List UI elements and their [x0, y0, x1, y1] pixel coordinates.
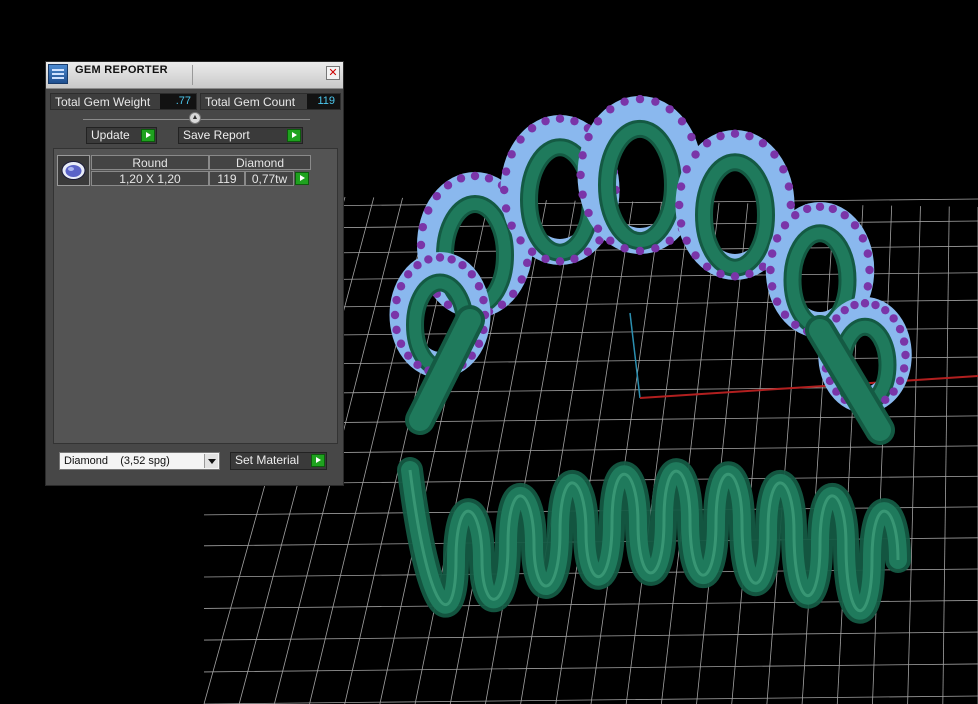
window-title: GEM REPORTER — [75, 64, 168, 76]
save-report-button-label: Save Report — [183, 128, 250, 142]
set-material-button-label: Set Material — [235, 453, 300, 467]
play-arrow-icon — [287, 129, 301, 142]
bracelet-model[interactable] — [389, 94, 912, 624]
gem-weight: 0,77tw — [245, 171, 294, 186]
y-axis-line — [629, 312, 641, 399]
gem-reporter-panel: GEM REPORTER ✕ Total Gem Weight .77 Tota… — [45, 61, 344, 486]
update-button[interactable]: Update — [86, 127, 157, 144]
play-arrow-icon — [311, 454, 325, 467]
gem-shape: Round — [91, 155, 209, 170]
gem-size: 1,20 X 1,20 — [91, 171, 209, 186]
save-report-button[interactable]: Save Report — [178, 127, 303, 144]
play-arrow-icon — [141, 129, 155, 142]
close-icon[interactable]: ✕ — [326, 66, 340, 80]
gem-reporter-icon — [48, 64, 68, 84]
gem-count: 119 — [209, 171, 245, 186]
total-gem-weight-value: .77 — [160, 94, 196, 109]
total-gem-count-value: 119 — [307, 94, 340, 109]
set-material-button[interactable]: Set Material — [230, 452, 327, 470]
gem-list: Round Diamond 1,20 X 1,20 119 0,77tw — [53, 148, 338, 444]
slider-handle[interactable]: ▲ — [189, 112, 201, 124]
material-dropdown[interactable]: Diamond (3,52 spg) — [59, 452, 220, 470]
dropdown-arrow-icon[interactable] — [204, 454, 218, 468]
title-divider — [192, 65, 193, 85]
round-gem-icon — [57, 155, 90, 186]
material-dropdown-value: Diamond (3,52 spg) — [64, 455, 170, 467]
gem-material: Diamond — [209, 155, 311, 170]
gem-row-go-button[interactable] — [295, 172, 309, 185]
update-button-label: Update — [91, 128, 130, 142]
title-bar[interactable]: GEM REPORTER ✕ — [46, 62, 343, 89]
